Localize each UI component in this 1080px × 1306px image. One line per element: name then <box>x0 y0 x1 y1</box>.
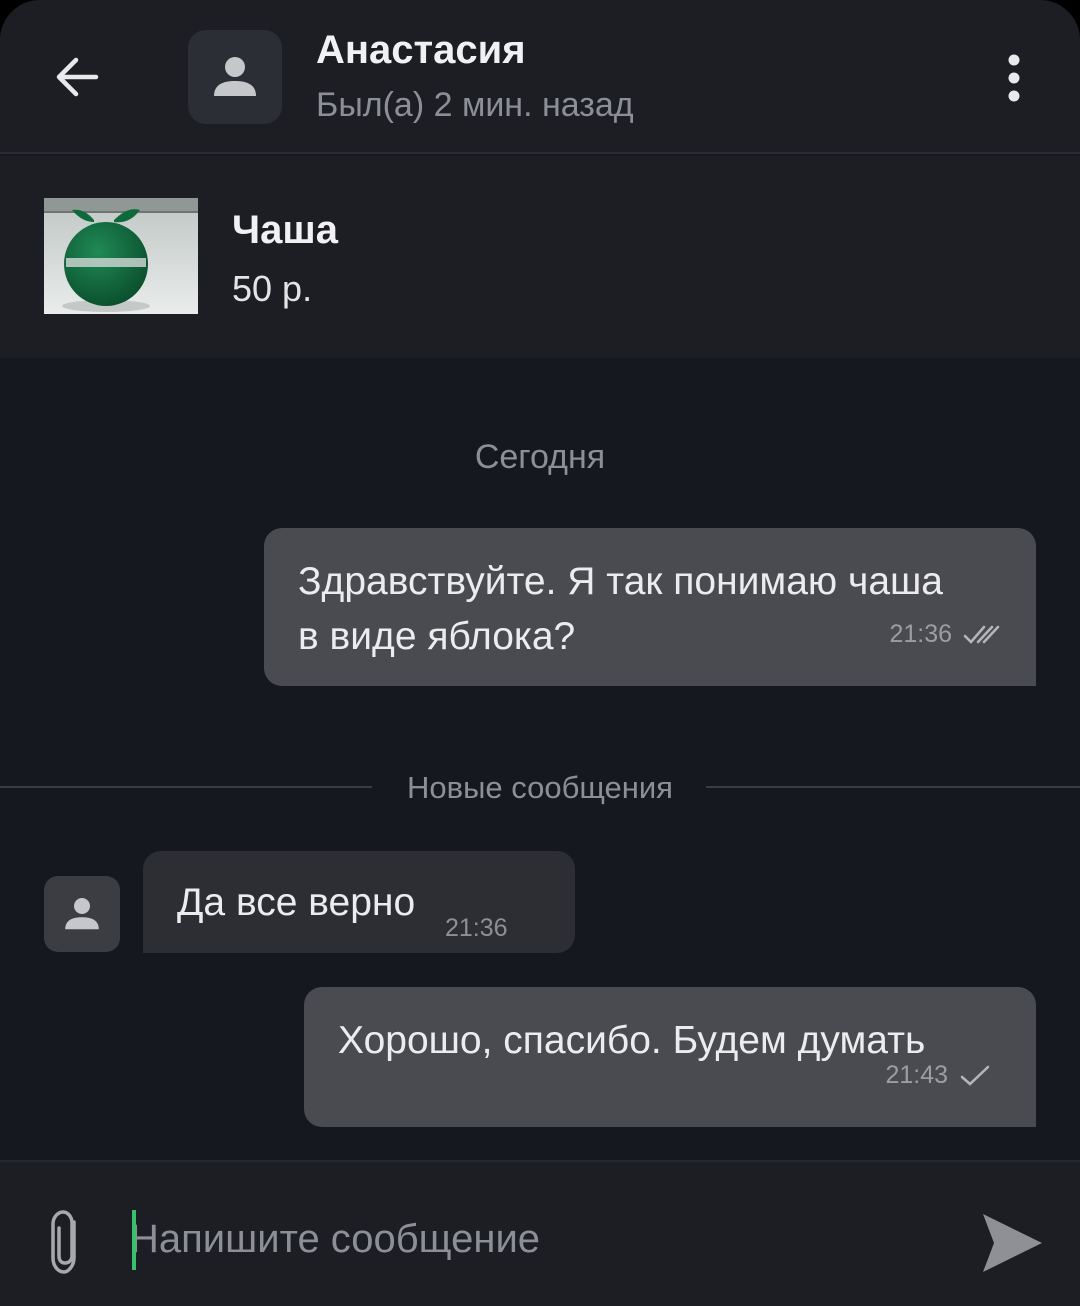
last-seen-status: Был(а) 2 мин. назад <box>316 86 634 124</box>
double-check-icon <box>963 625 1000 644</box>
product-price: 50 р. <box>232 268 313 309</box>
send-icon <box>983 1214 1042 1272</box>
back-button[interactable] <box>46 46 108 108</box>
message-time: 21:36 <box>445 914 508 942</box>
chat-header: Анастасия Был(а) 2 мин. назад <box>0 0 1080 154</box>
text-cursor <box>132 1210 136 1270</box>
new-messages-label: Новые сообщения <box>407 770 673 805</box>
user-icon <box>65 898 99 930</box>
sender-avatar[interactable] <box>44 876 120 952</box>
date-separator: Сегодня <box>474 438 606 476</box>
message-meta: 21:36 <box>889 607 1002 662</box>
user-icon <box>214 57 256 96</box>
divider <box>706 786 1080 788</box>
message-text: Здравствуйте. Я так понимаю чаша в виде … <box>298 560 943 658</box>
message-input[interactable] <box>130 1202 950 1276</box>
message-text: Хорошо, спасибо. Будем думать <box>338 1019 926 1062</box>
send-button[interactable] <box>980 1210 1044 1276</box>
message-meta: 21:43 <box>885 1048 992 1103</box>
outgoing-message[interactable]: Хорошо, спасибо. Будем думать 21:43 <box>304 987 1036 1127</box>
new-messages-separator: Новые сообщения <box>0 768 1080 808</box>
message-meta: 21:36 <box>445 901 508 956</box>
paperclip-icon <box>51 1210 76 1274</box>
check-icon <box>960 1065 990 1086</box>
attach-button[interactable] <box>44 1208 88 1276</box>
chat-screen: Анастасия Был(а) 2 мин. назад Чаша 50 р.… <box>0 0 1080 1306</box>
product-card[interactable]: Чаша 50 р. <box>0 156 1080 358</box>
product-image <box>44 198 198 314</box>
more-vertical-icon <box>1008 54 1020 102</box>
message-time: 21:43 <box>885 1061 948 1089</box>
contact-avatar[interactable] <box>188 30 282 124</box>
contact-name[interactable]: Анастасия <box>316 28 526 73</box>
outgoing-message[interactable]: Здравствуйте. Я так понимаю чаша в виде … <box>264 528 1036 686</box>
product-title: Чаша <box>232 208 338 252</box>
message-composer <box>0 1160 1080 1306</box>
message-text: Да все верно <box>177 881 416 924</box>
message-time: 21:36 <box>889 620 952 648</box>
incoming-message[interactable]: Да все верно 21:36 <box>143 851 575 953</box>
arrow-left-icon <box>56 57 99 97</box>
more-options-button[interactable] <box>994 48 1034 108</box>
